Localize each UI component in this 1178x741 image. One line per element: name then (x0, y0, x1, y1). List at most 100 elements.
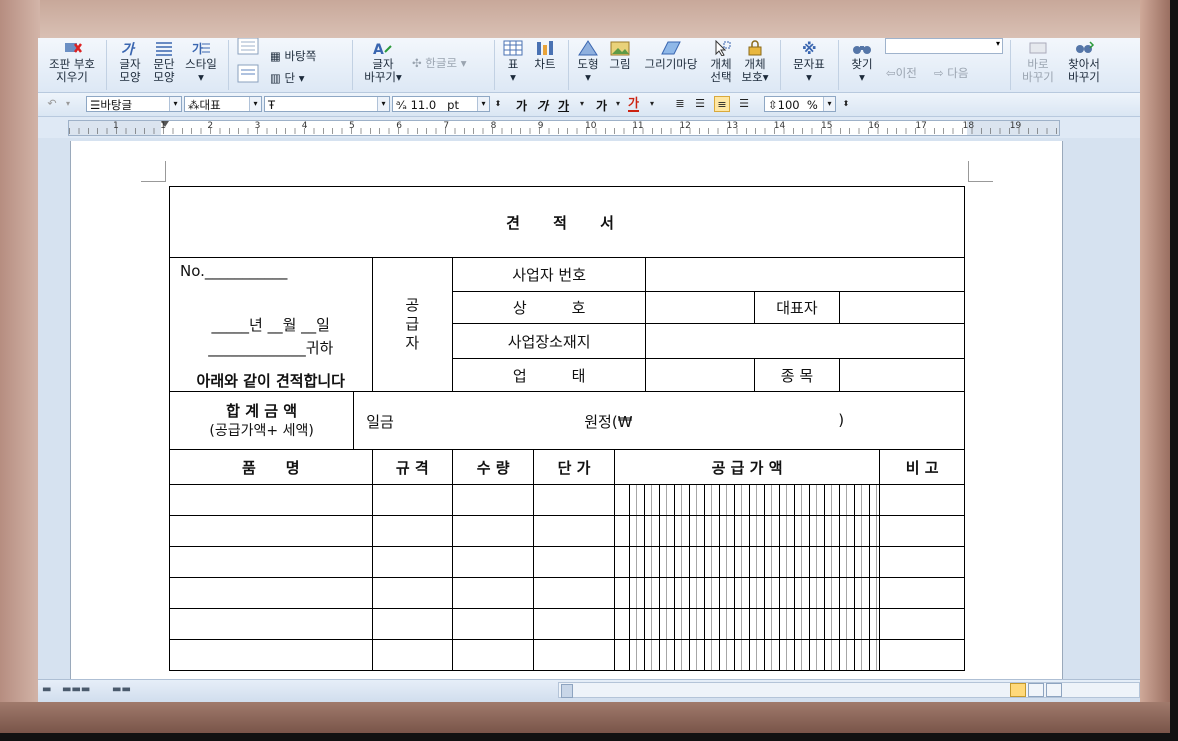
draw-market-button[interactable]: 그리기마당 (638, 38, 704, 92)
qty-cell[interactable] (451, 546, 535, 578)
font-color-button[interactable]: 가 (628, 97, 640, 112)
supply-amount-cell[interactable] (613, 639, 881, 671)
font-size-input[interactable]: ᵃ⁄ₐ 11.0 pt ▾ (392, 96, 490, 112)
item-cell[interactable] (169, 639, 373, 671)
document-page[interactable]: 견 적 서 No.___________ _____년 __월 __일 ____… (70, 141, 1063, 686)
unit-price-cell[interactable] (533, 515, 615, 547)
chart-button[interactable]: 차트 (530, 38, 560, 92)
item-cell[interactable] (169, 484, 373, 516)
page-layout-icon[interactable] (236, 64, 262, 84)
supply-amount-cell[interactable] (613, 515, 881, 547)
biz-item-value[interactable] (838, 358, 966, 392)
para-shape-button[interactable]: 문단 모양 (148, 38, 180, 92)
background-page-button[interactable]: ▦ 바탕쪽 (270, 48, 316, 64)
find-prev-button[interactable]: ⇦이전 (886, 65, 917, 81)
web-view-icon[interactable] (1046, 683, 1062, 697)
item-cell[interactable] (169, 608, 373, 640)
spec-cell[interactable] (371, 639, 453, 671)
clear-markup-button[interactable]: 조판 부호 지우기 (42, 38, 102, 92)
char-shape-button[interactable]: 가 글자 모양 (114, 38, 146, 92)
replace-now-button[interactable]: 바로 바꾸기 (1016, 38, 1060, 92)
spec-cell[interactable] (371, 515, 453, 547)
undo-icon[interactable]: ↶ (44, 96, 60, 112)
unit-price-cell[interactable] (533, 484, 615, 516)
qty-cell[interactable] (451, 639, 535, 671)
underline-button[interactable]: 가 (558, 97, 569, 114)
unit-price-cell[interactable] (533, 608, 615, 640)
qty-cell[interactable] (451, 608, 535, 640)
font-select[interactable]: Ŧ ▾ (264, 96, 390, 112)
find-replace-button[interactable]: 찾아서 바꾸기 (1060, 38, 1108, 92)
unit-price-cell[interactable] (533, 546, 615, 578)
align-right-icon[interactable]: ☰ (736, 96, 752, 112)
font-size-icon: ᵃ⁄ₐ (396, 98, 407, 112)
spec-cell[interactable] (371, 546, 453, 578)
chevron-down-icon[interactable]: ▾ (60, 96, 76, 112)
item-cell[interactable] (169, 515, 373, 547)
italic-button[interactable]: 가 (537, 97, 548, 114)
table-button[interactable]: 표 ▾ (500, 38, 526, 92)
horizontal-ruler[interactable]: 1 1 2 3 4 5 6 7 8 9 10 11 12 13 14 15 16 17 18 19 (68, 120, 1060, 136)
chevron-down-icon[interactable]: ▾ (644, 96, 660, 112)
spec-cell[interactable] (371, 608, 453, 640)
note-cell[interactable] (879, 484, 965, 516)
unit-price-cell[interactable] (533, 577, 615, 609)
supply-amount-cell[interactable] (613, 546, 881, 578)
align-left-icon[interactable]: ☰ (692, 96, 708, 112)
spec-cell[interactable] (371, 484, 453, 516)
item-cell[interactable] (169, 577, 373, 609)
to-hangul-button[interactable]: ✣ 한글로 ▾ (412, 55, 466, 71)
find-button[interactable]: 찾기 ▾ (844, 38, 880, 92)
supply-amount-cell[interactable] (613, 577, 881, 609)
note-cell[interactable] (879, 546, 965, 578)
qty-cell[interactable] (451, 577, 535, 609)
normal-view-icon[interactable] (1028, 683, 1044, 697)
qty-cell[interactable] (451, 484, 535, 516)
spec-cell[interactable] (371, 577, 453, 609)
representative-value[interactable] (838, 291, 966, 324)
page-view-icon[interactable] (1010, 683, 1026, 697)
scroll-thumb[interactable] (561, 684, 573, 698)
object-protect-button[interactable]: 개체 보호▾ (738, 38, 772, 92)
style-select[interactable]: ☰바탕글 ▾ (86, 96, 182, 112)
align-justify-icon[interactable]: ≣ (672, 96, 688, 112)
note-cell[interactable] (879, 639, 965, 671)
size-stepper-icon[interactable]: ⬍ (490, 96, 506, 112)
language-select[interactable]: ⁂대표 ▾ (184, 96, 262, 112)
supply-amount-cell[interactable] (613, 608, 881, 640)
picture-button[interactable]: 그림 (606, 38, 634, 92)
arrow-left-icon: ⇦ (886, 66, 896, 80)
address-value[interactable] (645, 323, 965, 359)
align-center-icon[interactable]: ≡ (714, 96, 730, 112)
spacing-stepper-icon[interactable]: ⬍ (838, 96, 854, 112)
bold-button[interactable]: 가 (516, 97, 527, 114)
column-icon: ▥ (270, 71, 281, 85)
line-spacing-input[interactable]: ⇳100 % ▾ (764, 96, 836, 112)
company-value[interactable] (645, 291, 756, 324)
object-select-button[interactable]: 개체 선택 (706, 38, 736, 92)
chevron-down-icon[interactable]: ▾ (574, 96, 590, 112)
shape-button[interactable]: 도형 ▾ (574, 38, 602, 92)
style-button[interactable]: 가 스타일 ▾ (182, 38, 220, 92)
unit-price-cell[interactable] (533, 639, 615, 671)
biz-type-value[interactable] (645, 358, 756, 392)
char-replace-button[interactable]: A 글자 바꾸기▾ (360, 38, 406, 92)
ruler-number: 18 (962, 121, 975, 131)
biz-number-value[interactable] (645, 257, 965, 292)
find-input[interactable]: ▾ (885, 38, 1003, 54)
lock-icon (748, 40, 762, 56)
item-cell[interactable] (169, 546, 373, 578)
total-amount-value[interactable]: 일금 원정(₩ ) (353, 391, 965, 450)
document-area[interactable]: 견 적 서 No.___________ _____년 __월 __일 ____… (38, 138, 1140, 686)
note-cell[interactable] (879, 577, 965, 609)
supply-amount-cell[interactable] (613, 484, 881, 516)
column-button[interactable]: ▥ 단 ▾ (270, 70, 305, 86)
qty-cell[interactable] (451, 515, 535, 547)
chevron-down-icon[interactable]: ▾ (610, 96, 626, 112)
find-next-button[interactable]: ⇨ 다음 (934, 65, 968, 81)
strike-button[interactable]: 가 (596, 97, 607, 114)
char-map-button[interactable]: ※ 문자표 ▾ (788, 38, 830, 92)
page-icon[interactable] (236, 38, 262, 56)
note-cell[interactable] (879, 515, 965, 547)
note-cell[interactable] (879, 608, 965, 640)
